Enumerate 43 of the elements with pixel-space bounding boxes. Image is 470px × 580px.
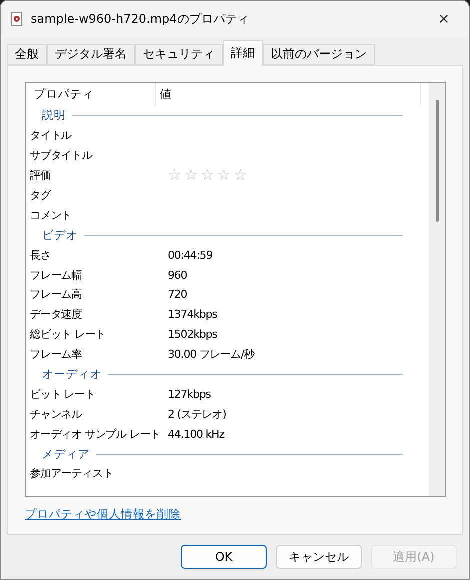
property-name: オーディオ サンプル レート — [30, 426, 161, 442]
scrollbar[interactable] — [429, 83, 445, 496]
dialog-button[interactable]: OK — [181, 545, 267, 569]
property-value: 44.100 kHz — [168, 428, 224, 441]
property-value: 00:44:59 — [168, 248, 213, 262]
property-name: チャンネル — [30, 406, 82, 422]
video-file-icon — [11, 12, 23, 26]
property-value: 30.00 フレーム/秒 — [168, 347, 254, 362]
property-name: 参加アーティスト — [30, 466, 114, 482]
property-name: 総ビット レート — [30, 327, 106, 342]
property-value: 2 (ステレオ) — [168, 406, 226, 422]
property-name: フレーム率 — [30, 347, 82, 362]
group-heading: メディア — [42, 446, 90, 462]
tab[interactable]: セキュリティ — [135, 44, 223, 65]
tab[interactable]: 全般 — [7, 44, 47, 65]
property-name: 長さ — [30, 248, 51, 263]
property-name: サブタイトル — [30, 148, 92, 164]
property-value: 720 — [168, 288, 188, 302]
property-name: コメント — [30, 208, 72, 223]
column-header[interactable]: プロパティ — [30, 83, 156, 106]
property-name: 評価 — [30, 168, 51, 184]
tab[interactable]: 以前のバージョン — [263, 44, 375, 65]
property-name: タグ — [30, 188, 51, 203]
tab[interactable]: 詳細 — [223, 40, 263, 66]
property-name: フレーム高 — [30, 287, 82, 302]
property-name: ビット レート — [30, 386, 96, 402]
property-name: タイトル — [30, 128, 72, 144]
property-value: 1502kbps — [168, 328, 218, 342]
window-title: sample-w960-h720.mp4のプロパティ — [31, 10, 250, 28]
column-header[interactable]: 値 — [156, 83, 421, 106]
property-value: 1374kbps — [168, 308, 218, 322]
scroll-thumb[interactable] — [436, 100, 438, 222]
close-button[interactable]: × — [429, 8, 459, 30]
remove-properties-link[interactable]: プロパティや個人情報を削除 — [25, 507, 181, 522]
group-heading: 説明 — [42, 108, 66, 124]
group-heading: ビデオ — [42, 228, 78, 243]
tab[interactable]: デジタル署名 — [47, 44, 135, 65]
group-heading: オーディオ — [42, 367, 102, 382]
dialog-button[interactable]: キャンセル — [276, 545, 362, 569]
property-value: 127kbps — [168, 388, 211, 401]
property-value: 960 — [168, 268, 188, 282]
property-name: フレーム幅 — [30, 268, 82, 283]
property-name: データ速度 — [30, 307, 82, 322]
